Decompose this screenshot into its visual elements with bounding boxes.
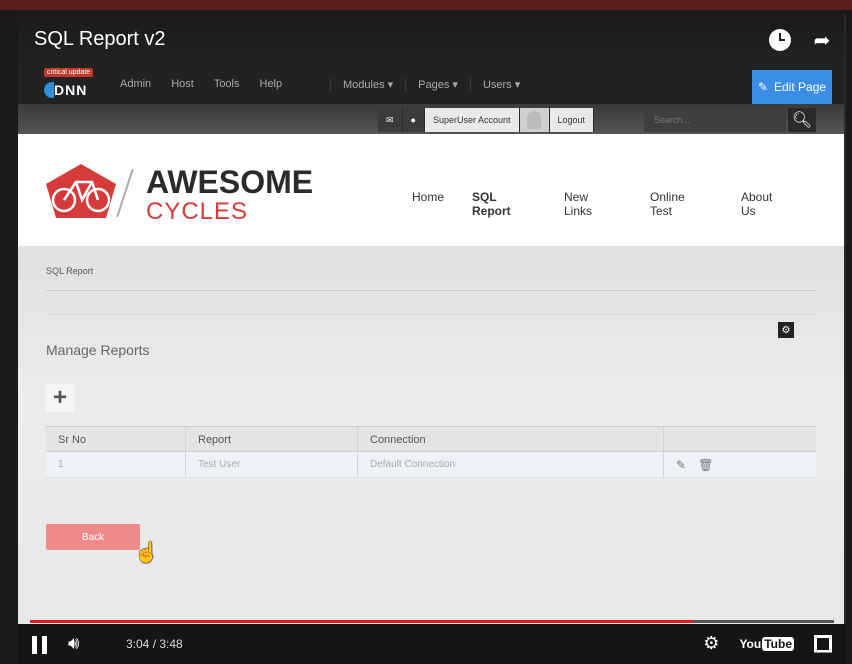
dnn-mark-icon: [44, 82, 54, 98]
critical-update-badge[interactable]: critical update: [44, 68, 94, 77]
edit-icon[interactable]: ✎: [676, 458, 686, 472]
pause-icon[interactable]: [32, 636, 48, 654]
back-button[interactable]: Back: [46, 524, 140, 550]
time-display: 3:04 / 3:48: [126, 637, 183, 651]
menu-tools[interactable]: Tools: [214, 78, 240, 90]
main-content: SQL Report ⚙ Manage Reports + Sr No Repo…: [18, 246, 846, 624]
youtube-logo-tube: Tube: [762, 636, 794, 651]
menu-admin[interactable]: Admin: [120, 78, 151, 90]
menu-modules[interactable]: Modules ▾: [330, 78, 405, 91]
video-progress-bar[interactable]: [30, 620, 834, 623]
settings-gear-icon[interactable]: ⚙: [703, 633, 719, 654]
cell-report: Test User: [186, 452, 358, 477]
cell-actions: ✎ 🗑︎: [664, 452, 816, 477]
logout-link[interactable]: Logout: [549, 108, 595, 132]
brand-name-top: AWESOME: [146, 164, 314, 200]
logo-divider: [116, 168, 134, 218]
nav-new-links[interactable]: New Links: [564, 190, 592, 218]
cell-connection: Default Connection: [358, 452, 664, 477]
dnn-menu-left: Admin Host Tools Help: [120, 78, 282, 90]
menu-users[interactable]: Users ▾: [469, 78, 532, 91]
screen: SQL Report v2 ➦ critical update DNN Admi…: [0, 0, 852, 664]
nav-about-us[interactable]: About Us: [741, 190, 772, 218]
reports-table: Sr No Report Connection 1 Test User Defa…: [46, 426, 816, 478]
nav-online-test[interactable]: Online Test: [650, 190, 685, 218]
dnn-logo[interactable]: critical update DNN: [44, 68, 112, 100]
edit-page-label: Edit Page: [774, 80, 827, 94]
table-header-row: Sr No Report Connection: [46, 426, 816, 452]
column-header-connection: Connection: [358, 427, 664, 451]
youtube-logo-icon[interactable]: You Tube: [739, 636, 794, 651]
top-strip: [0, 0, 852, 10]
dnn-control-bar: critical update DNN Admin Host Tools Hel…: [18, 64, 846, 104]
brand-name-bottom: CYCLES: [146, 198, 249, 225]
video-title-bar: SQL Report v2 ➦: [18, 14, 846, 64]
scrollbar[interactable]: [844, 14, 846, 664]
nav-home[interactable]: Home: [412, 190, 444, 204]
fullscreen-icon[interactable]: [814, 635, 832, 653]
dnn-menu-right: Modules ▾ Pages ▾ Users ▾: [330, 78, 532, 91]
video-title[interactable]: SQL Report v2: [34, 28, 166, 51]
column-header-report: Report: [186, 427, 358, 451]
divider: [46, 314, 816, 315]
column-header-sr-no: Sr No: [46, 427, 186, 451]
watch-later-icon[interactable]: [768, 28, 792, 52]
search-icon[interactable]: 🔍︎: [788, 108, 816, 132]
hand-cursor-icon: ☝: [134, 542, 159, 564]
page-title: Manage Reports: [46, 342, 150, 358]
module-settings-gear-icon[interactable]: ⚙: [778, 322, 794, 338]
trash-icon[interactable]: 🗑︎: [698, 458, 713, 472]
add-report-button[interactable]: +: [46, 384, 74, 412]
menu-help[interactable]: Help: [260, 78, 283, 90]
video-player[interactable]: SQL Report v2 ➦ critical update DNN Admi…: [18, 14, 846, 664]
volume-icon[interactable]: 🔊︎: [68, 633, 79, 654]
messages-icon[interactable]: ✉: [378, 108, 403, 132]
share-icon[interactable]: ➦: [810, 28, 834, 52]
avatar[interactable]: [519, 108, 550, 132]
notifications-icon[interactable]: ●: [402, 108, 425, 132]
cell-sr-no: 1: [46, 452, 186, 477]
column-header-actions: [664, 427, 816, 451]
menu-pages[interactable]: Pages ▾: [405, 78, 470, 91]
dnn-logo-text: DNN: [54, 82, 88, 98]
user-bar: ✉ ● SuperUser Account Logout Search... 🔍…: [18, 104, 846, 134]
menu-host[interactable]: Host: [171, 78, 194, 90]
pencil-icon: ✎: [757, 80, 768, 94]
divider: [46, 290, 816, 291]
edit-page-button[interactable]: ✎ Edit Page: [752, 70, 832, 104]
nav-sql-report[interactable]: SQL Report: [472, 190, 511, 218]
account-link[interactable]: SuperUser Account: [424, 108, 520, 132]
table-row: 1 Test User Default Connection ✎ 🗑︎: [46, 452, 816, 478]
video-progress-fill: [30, 620, 694, 623]
bike-logo-icon[interactable]: [44, 162, 118, 220]
breadcrumb[interactable]: SQL Report: [46, 266, 93, 276]
youtube-logo-you: You: [739, 636, 762, 651]
video-controls: 🔊︎ 3:04 / 3:48 ⚙ You Tube: [18, 624, 846, 664]
search-input[interactable]: Search...: [644, 108, 786, 132]
